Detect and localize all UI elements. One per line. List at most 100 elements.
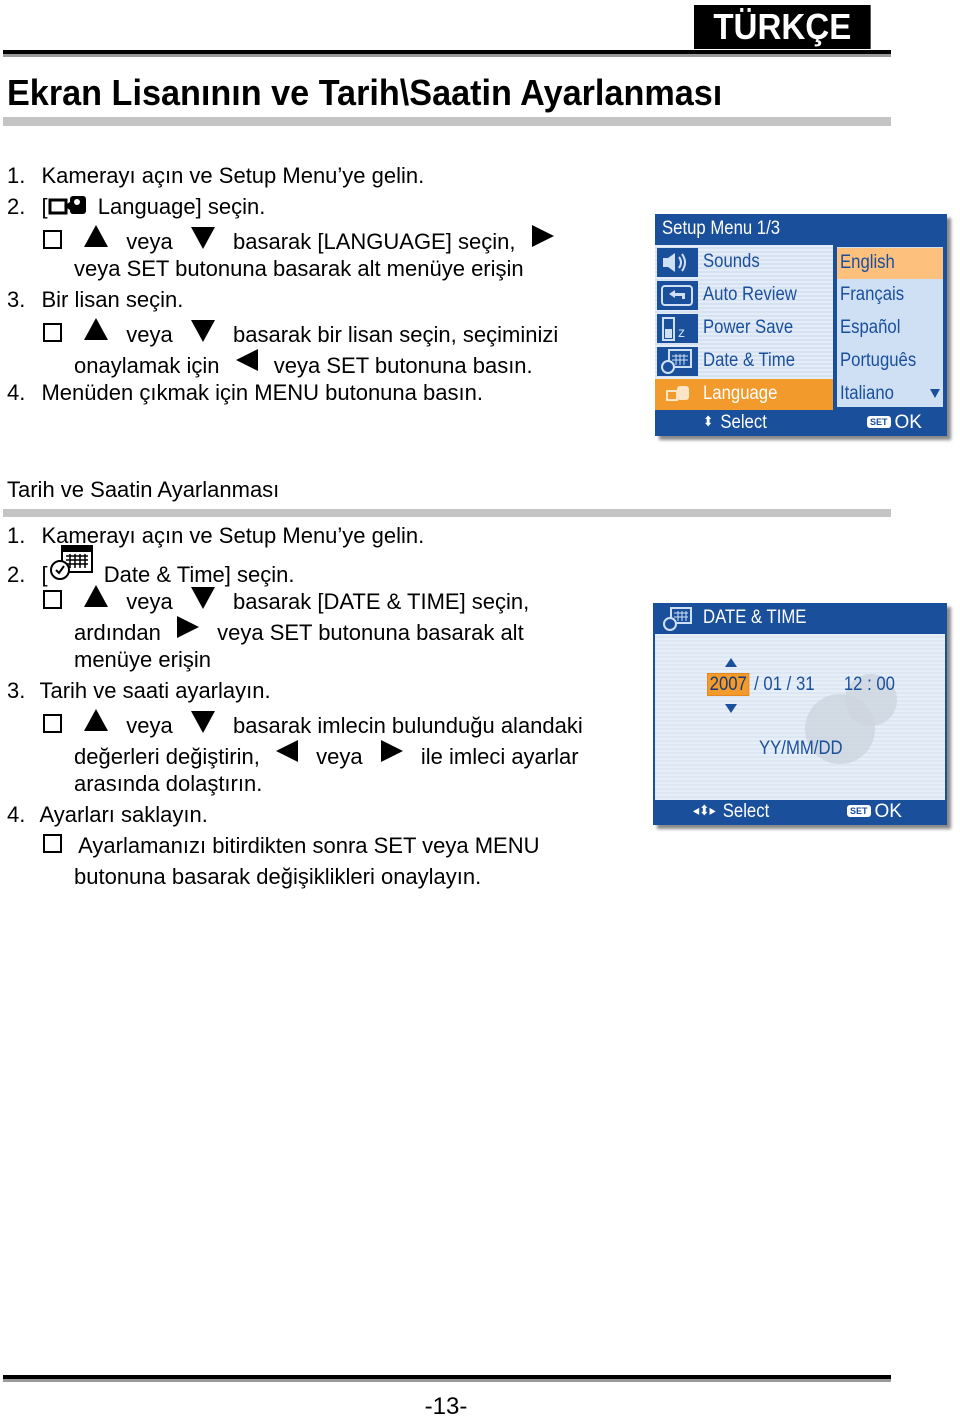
setup-menu-screen: Setup Menu 1/3 Sounds Auto Review z Powe… bbox=[655, 214, 947, 436]
step-text: Ayarlamanızı bitirdikten sonra SET veya … bbox=[78, 833, 540, 858]
s1-step1: 1. Kamerayı açın ve Setup Menu’ye gelin. bbox=[7, 163, 424, 189]
ok-hint: SET OK bbox=[867, 412, 922, 434]
speaker-icon bbox=[657, 248, 698, 277]
language-option-francais[interactable]: Français bbox=[837, 280, 943, 311]
up-arrow-icon bbox=[84, 585, 109, 607]
menu-item-date-time[interactable]: Date & Time bbox=[655, 346, 833, 377]
s2-step2-sub2: ardından veya SET butonuna basarak alt bbox=[74, 616, 524, 646]
step-text: değerleri değiştirin, bbox=[74, 744, 260, 769]
step-text: Tarih ve saati ayarlayın. bbox=[39, 678, 271, 703]
step-number: 3. bbox=[7, 287, 26, 312]
step-text: onaylamak için bbox=[74, 353, 220, 378]
language-label: Italiano bbox=[840, 383, 894, 404]
right-arrow-icon bbox=[380, 740, 403, 762]
down-arrow-icon bbox=[190, 320, 215, 342]
step-number: 3. bbox=[7, 678, 26, 703]
page-title: Ekran Lisanının ve Tarih\Saatin Ayarlanm… bbox=[7, 72, 723, 113]
or-text: veya bbox=[126, 229, 173, 254]
bullet-box-icon bbox=[43, 323, 62, 342]
menu-item-sounds[interactable]: Sounds bbox=[655, 247, 833, 278]
or-text: veya bbox=[126, 322, 173, 347]
left-arrow-icon bbox=[276, 740, 298, 762]
screen-footer: ⬍ Select SET OK bbox=[655, 410, 947, 436]
date-time-screen: DATE & TIME 2007 / 01 / 31 12 : 00 YY/MM… bbox=[653, 603, 947, 825]
screen-title: DATE & TIME bbox=[703, 607, 807, 628]
ok-label: OK bbox=[874, 801, 902, 822]
battery-sleep-icon: z bbox=[657, 314, 698, 343]
s1-step2-sub2: veya SET butonuna basarak alt menüye eri… bbox=[74, 256, 524, 281]
bullet-box-icon bbox=[43, 590, 62, 609]
s2-step3-sub3: arasında dolaştırın. bbox=[74, 771, 263, 796]
or-text: veya bbox=[126, 713, 173, 738]
year-field[interactable]: 2007 bbox=[707, 673, 750, 696]
time-field[interactable]: 12 : 00 bbox=[844, 674, 895, 695]
increase-arrow-icon[interactable] bbox=[725, 658, 737, 667]
ok-label: OK bbox=[894, 412, 922, 433]
s1-step2-sub1: veya basarak [LANGUAGE] seçin, bbox=[43, 225, 554, 255]
language-icon bbox=[657, 380, 698, 409]
menu-item-language[interactable]: Language bbox=[655, 379, 833, 410]
select-label: Select bbox=[720, 412, 767, 433]
date-time-panel: 2007 / 01 / 31 12 : 00 YY/MM/DD bbox=[655, 634, 945, 800]
up-arrow-icon bbox=[84, 225, 109, 247]
step-text: Date & Time] seçin. bbox=[103, 561, 295, 587]
menu-item-auto-review[interactable]: Auto Review bbox=[655, 280, 833, 311]
step-text: Kamerayı açın ve Setup Menu’ye gelin. bbox=[41, 163, 425, 188]
s1-step4: 4. Menüden çıkmak için MENU butonuna bas… bbox=[7, 380, 483, 406]
language-label: English bbox=[840, 252, 895, 273]
step-number: 1. bbox=[7, 523, 26, 548]
s1-step2: 2. [ Language] seçin. bbox=[7, 194, 265, 222]
menu-label: Sounds bbox=[703, 251, 760, 272]
svg-text:z: z bbox=[678, 324, 685, 340]
left-arrow-icon bbox=[235, 349, 258, 371]
step-text: basarak bir lisan seçin, seçiminizi bbox=[232, 322, 559, 347]
language-option-english[interactable]: English bbox=[837, 248, 943, 279]
bullet-box-icon bbox=[43, 714, 62, 733]
decrease-arrow-icon[interactable] bbox=[725, 704, 737, 713]
menu-label: Power Save bbox=[703, 317, 794, 338]
step-text: Menüden çıkmak için MENU butonuna basın. bbox=[41, 380, 483, 405]
language-option-italiano[interactable]: Italiano bbox=[837, 379, 943, 410]
language-option-portugues[interactable]: Português bbox=[837, 346, 943, 377]
menu-item-power-save[interactable]: z Power Save bbox=[655, 313, 833, 344]
step-text: veya SET butonuna basarak alt bbox=[217, 620, 524, 645]
step-number: 2. bbox=[7, 194, 26, 219]
date-format[interactable]: YY/MM/DD bbox=[759, 738, 843, 760]
language-label: Português bbox=[840, 350, 917, 371]
language-list: English Français Español Português Itali… bbox=[833, 245, 945, 409]
scroll-down-icon[interactable] bbox=[930, 389, 940, 398]
step-text: Kamerayı açın ve Setup Menu’ye gelin. bbox=[41, 523, 425, 548]
set-button-icon: SET bbox=[867, 416, 891, 428]
s2-step4-sub1: Ayarlamanızı bitirdikten sonra SET veya … bbox=[43, 833, 540, 859]
month-day-field[interactable]: / 01 / 31 bbox=[754, 674, 814, 695]
screen-footer: ◂⬍▸ Select SET OK bbox=[653, 799, 947, 825]
language-icon bbox=[48, 194, 88, 222]
select-label: Select bbox=[722, 801, 770, 822]
s2-step2-sub1: veya basarak [DATE & TIME] seçin, bbox=[43, 585, 529, 615]
bullet-box-icon bbox=[43, 230, 62, 249]
s2-step3-sub2: değerleri değiştirin, veya ile imleci ay… bbox=[74, 740, 579, 770]
down-arrow-icon bbox=[190, 587, 215, 609]
footer-rule-shadow bbox=[3, 1379, 891, 1382]
step-text: ardından bbox=[74, 620, 161, 645]
calendar-clock-icon bbox=[657, 347, 698, 376]
s1-step3-sub2: onaylamak için veya SET butonuna basın. bbox=[74, 349, 533, 379]
down-arrow-icon bbox=[190, 711, 215, 733]
s2-step3: 3. Tarih ve saati ayarlayın. bbox=[7, 678, 271, 704]
language-option-espanol[interactable]: Español bbox=[837, 313, 943, 344]
step-text: ile imleci ayarlar bbox=[420, 744, 579, 769]
header-rule-shadow bbox=[3, 54, 891, 57]
updown-icon: ⬍ bbox=[703, 413, 714, 429]
s1-step3: 3. Bir lisan seçin. bbox=[7, 287, 183, 313]
set-button-icon: SET bbox=[847, 805, 871, 817]
select-hint: ⬍ Select bbox=[703, 412, 767, 434]
s2-step4: 4. Ayarları saklayın. bbox=[7, 802, 208, 828]
date-time-value: 2007 / 01 / 31 12 : 00 bbox=[707, 673, 895, 696]
s2-step4-sub2: butonuna basarak değişiklikleri onaylayı… bbox=[74, 864, 482, 889]
up-arrow-icon bbox=[84, 318, 109, 340]
menu-label: Language bbox=[703, 383, 778, 404]
select-hint: ◂⬍▸ Select bbox=[693, 801, 769, 823]
step-number: 2. bbox=[7, 561, 26, 587]
step-text: Bir lisan seçin. bbox=[41, 287, 184, 312]
calendar-clock-icon bbox=[661, 606, 693, 637]
